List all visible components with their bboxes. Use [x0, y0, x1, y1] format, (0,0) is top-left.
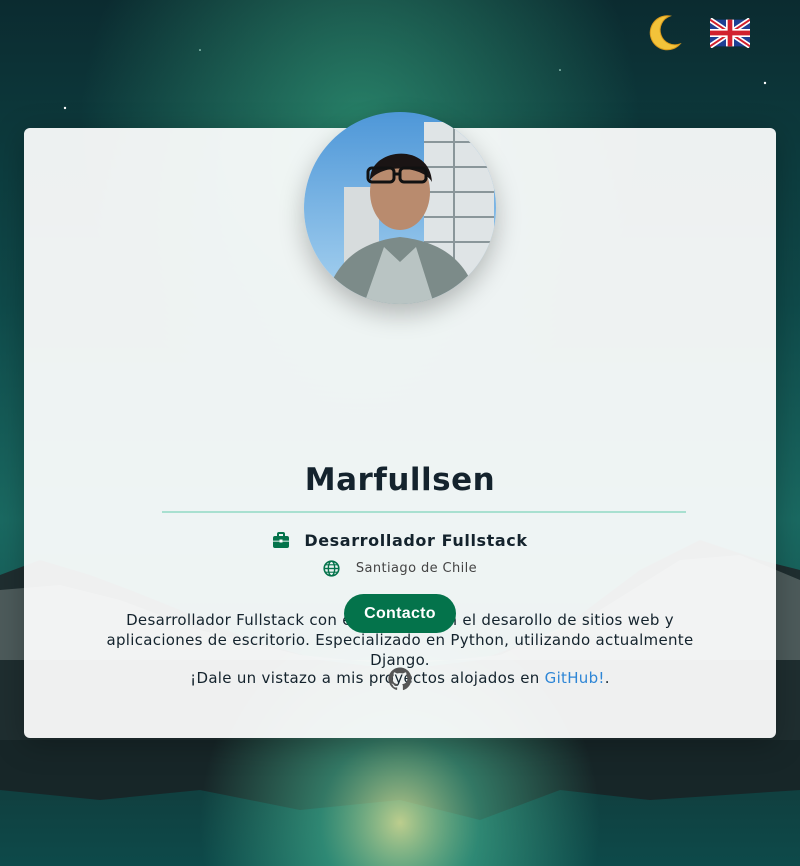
briefcase-icon: [273, 532, 290, 548]
globe-icon: [323, 560, 340, 577]
divider: [162, 511, 686, 513]
location-text: Santiago de Chile: [355, 561, 478, 576]
top-controls: [644, 12, 750, 54]
moon-icon: [649, 15, 682, 51]
cta-prefix: ¡Dale un vistazo a mis proyectos alojado…: [190, 669, 545, 687]
role-line: Desarrollador Fullstack: [24, 531, 776, 550]
github-icon-button[interactable]: [388, 667, 412, 691]
avatar: [304, 112, 496, 304]
cta-suffix: .: [604, 669, 610, 687]
contact-button[interactable]: Contacto: [344, 594, 456, 633]
github-icon: [388, 667, 412, 691]
profile-name: Marfullsen: [304, 462, 496, 498]
uk-flag-icon: [710, 18, 750, 48]
location-line: Santiago de Chile: [24, 560, 776, 577]
language-switch-button[interactable]: [710, 18, 750, 48]
github-link[interactable]: GitHub!: [545, 669, 605, 687]
role-text: Desarrollador Fullstack: [304, 531, 528, 550]
theme-toggle-button[interactable]: [644, 12, 684, 54]
